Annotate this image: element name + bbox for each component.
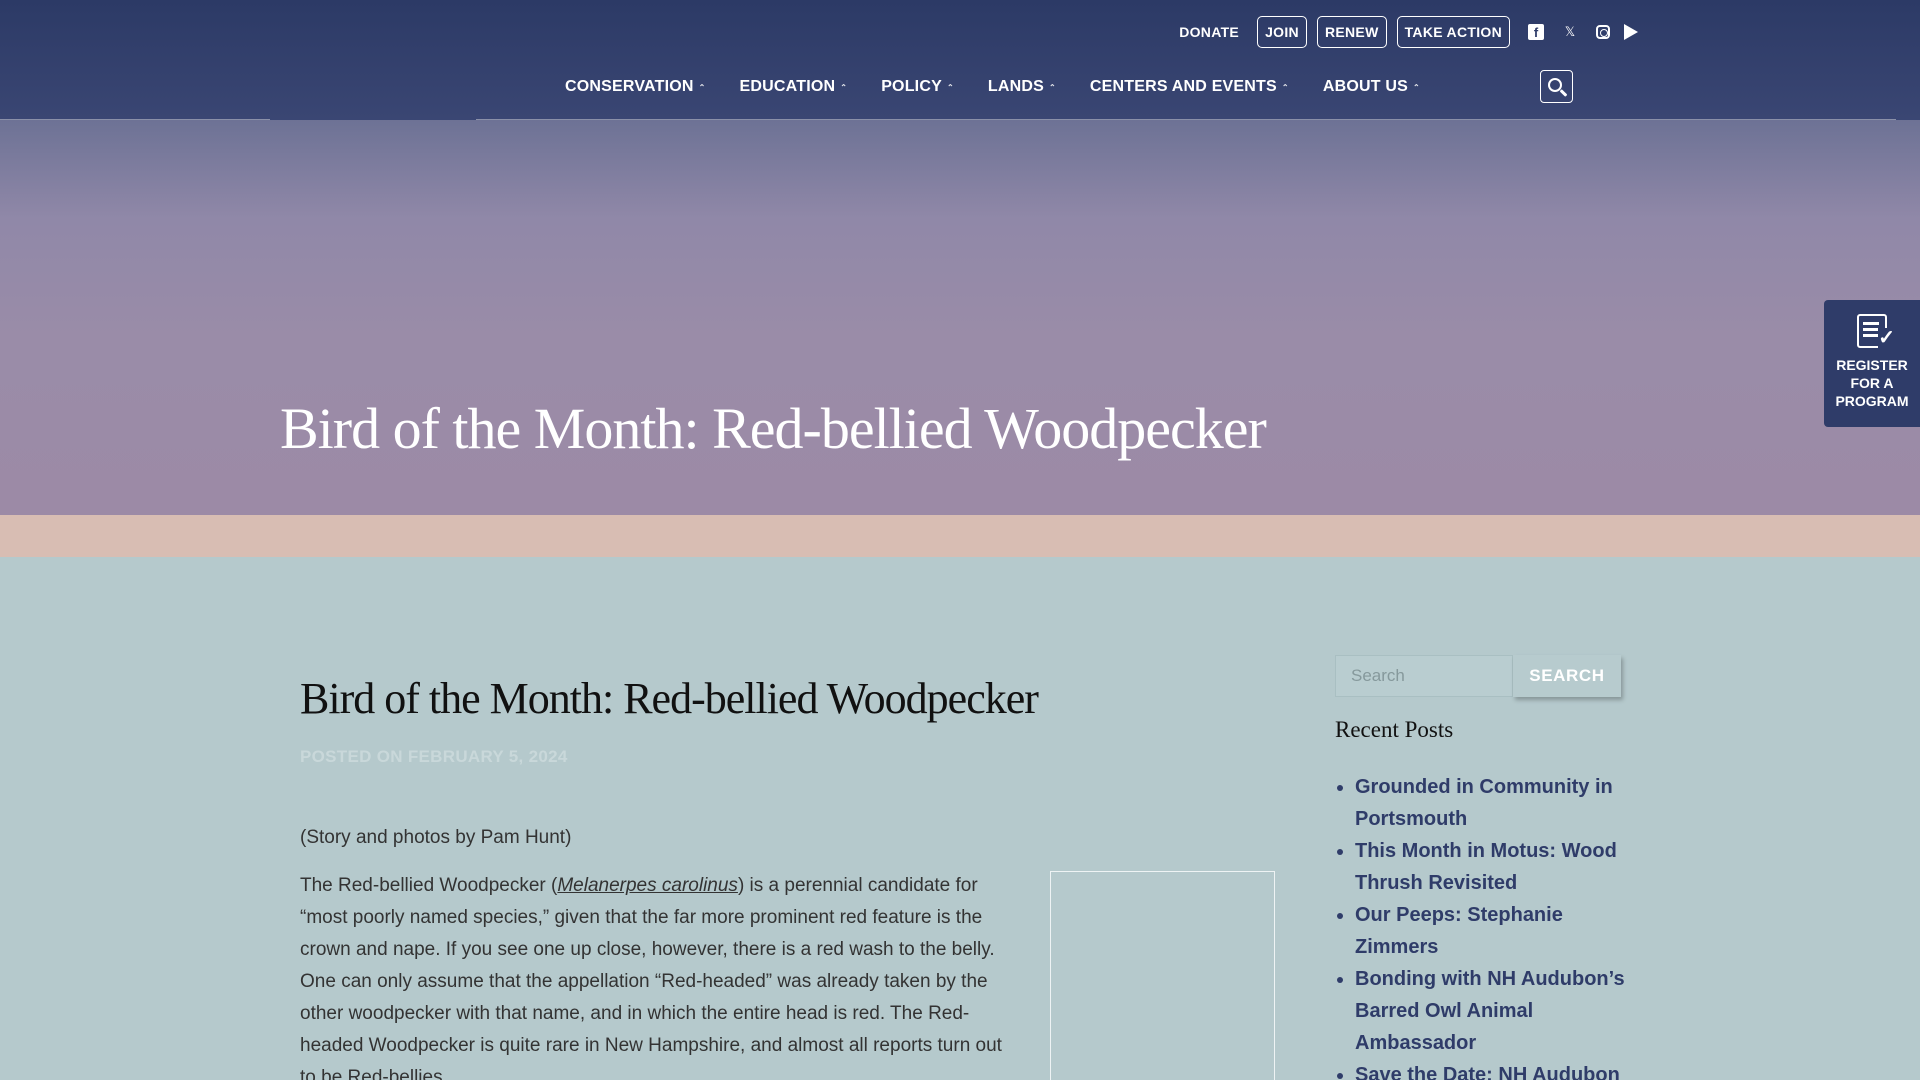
nav-label: LANDS	[987, 78, 1044, 95]
post-date: POSTED ON FEBRUARY 5, 2024	[300, 747, 568, 766]
utility-bar: DONATE JOIN RENEW TAKE ACTION f 𝕏	[1171, 16, 1638, 48]
hero-banner: Bird of the Month: Red-bellied Woodpecke…	[0, 120, 1920, 515]
recent-post-link[interactable]: Bonding with NH Audubon’s Barred Owl Ani…	[1355, 963, 1625, 1059]
renew-button[interactable]: RENEW	[1316, 16, 1387, 48]
chevron-down-icon: ⌃	[1412, 82, 1420, 92]
post-title: Bird of the Month: Red-bellied Woodpecke…	[300, 674, 1039, 723]
checklist-icon: ✓	[1857, 314, 1895, 348]
hero-title: Bird of the Month: Red-bellied Woodpecke…	[280, 396, 1267, 461]
nav-policy[interactable]: POLICY ⌃	[881, 74, 954, 100]
chevron-down-icon: ⌃	[840, 82, 848, 92]
facebook-icon[interactable]: f	[1528, 24, 1544, 40]
search-input[interactable]	[1335, 655, 1513, 697]
chevron-down-icon: ⌃	[1281, 82, 1289, 92]
chevron-down-icon: ⌃	[1048, 82, 1056, 92]
body-text-segment: ) is a perennial candidate for “most poo…	[300, 875, 1002, 1080]
nav-label: CENTERS AND EVENTS	[1089, 78, 1277, 95]
recent-posts-list: Grounded in Community in Portsmouth This…	[1335, 771, 1625, 1080]
donate-link[interactable]: DONATE	[1171, 16, 1247, 48]
register-label: REGISTER FOR A PROGRAM	[1835, 356, 1908, 410]
nav-label: ABOUT US	[1322, 78, 1408, 95]
post-credit: (Story and photos by Pam Hunt)	[300, 827, 572, 848]
nav-education[interactable]: EDUCATION ⌃	[740, 74, 848, 100]
scientific-name-link[interactable]: Melanerpes carolinus	[557, 875, 738, 896]
recent-posts-heading: Recent Posts	[1335, 717, 1454, 742]
site-header: DONATE JOIN RENEW TAKE ACTION f 𝕏 CONSER…	[0, 0, 1920, 120]
register-label-line: REGISTER	[1836, 357, 1908, 373]
post-body: The Red-bellied Woodpecker (Melanerpes c…	[300, 870, 1020, 1080]
bird-photo-frame	[1050, 871, 1275, 1080]
recent-post-link[interactable]: Save the Date: NH Audubon	[1355, 1059, 1625, 1080]
social-links: f 𝕏	[1528, 24, 1638, 40]
hero-accent-band	[0, 515, 1920, 557]
sidebar-search-form: SEARCH	[1335, 655, 1625, 697]
nav-conservation[interactable]: CONSERVATION ⌃	[565, 74, 706, 100]
register-label-line: FOR A	[1850, 375, 1894, 391]
recent-post-title: Grounded in Community in Portsmouth	[1355, 776, 1613, 830]
body-text-segment: The Red-bellied Woodpecker (	[300, 875, 558, 896]
sidebar: SEARCH Recent Posts Grounded in Communit…	[1335, 655, 1625, 1080]
nav-label: POLICY	[881, 78, 942, 95]
search-icon	[1548, 78, 1562, 92]
nav-about-us[interactable]: ABOUT US ⌃	[1323, 74, 1420, 100]
recent-post-link[interactable]: Grounded in Community in Portsmouth	[1355, 771, 1625, 835]
join-button[interactable]: JOIN	[1257, 16, 1307, 48]
x-icon[interactable]: 𝕏	[1558, 24, 1582, 40]
youtube-icon[interactable]	[1624, 24, 1638, 40]
main-nav: CONSERVATION ⌃ EDUCATION ⌃ POLICY ⌃ LANDS ⌃ …	[565, 74, 1454, 100]
recent-post-title: This Month in Motus: Wood Thrush Revisit…	[1355, 840, 1617, 894]
recent-post-title: Bonding with NH Audubon’s Barred Owl Ani…	[1355, 968, 1625, 1054]
recent-post-title: Save the Date: NH Audubon	[1355, 1064, 1620, 1080]
register-label-line: PROGRAM	[1835, 393, 1909, 409]
recent-post-title: Our Peeps: Stephanie Zimmers	[1355, 904, 1563, 958]
register-program-tab[interactable]: ✓ REGISTER FOR A PROGRAM	[1824, 300, 1920, 427]
nav-centers-and-events[interactable]: CENTERS AND EVENTS ⌃	[1090, 74, 1289, 100]
chevron-down-icon: ⌃	[946, 82, 954, 92]
nav-label: CONSERVATION	[565, 78, 694, 95]
chevron-down-icon: ⌃	[698, 82, 706, 92]
recent-post-link[interactable]: Our Peeps: Stephanie Zimmers	[1355, 899, 1625, 963]
instagram-icon[interactable]	[1596, 25, 1610, 39]
recent-post-link[interactable]: This Month in Motus: Wood Thrush Revisit…	[1355, 835, 1625, 899]
search-button[interactable]: SEARCH	[1513, 655, 1621, 697]
nav-label: EDUCATION	[739, 78, 836, 95]
search-toggle-button[interactable]	[1540, 70, 1573, 103]
nav-lands[interactable]: LANDS ⌃	[988, 74, 1056, 100]
take-action-button[interactable]: TAKE ACTION	[1396, 16, 1510, 48]
